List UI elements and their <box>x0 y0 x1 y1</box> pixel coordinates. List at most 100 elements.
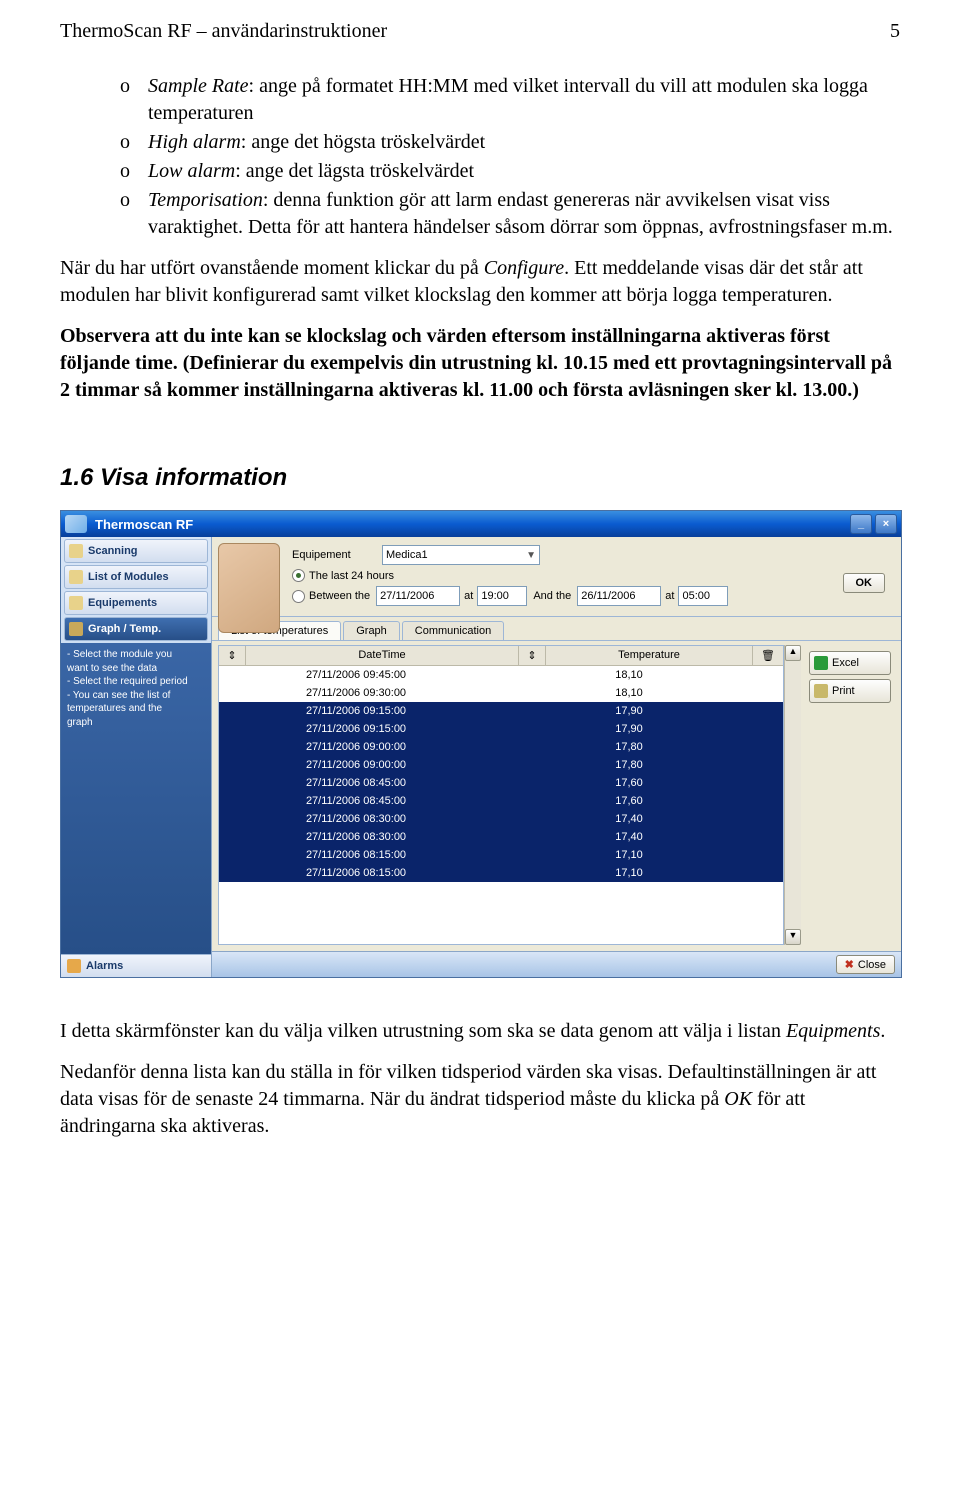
excel-button[interactable]: Excel <box>809 651 891 675</box>
graph-icon <box>69 622 83 636</box>
tab-communication[interactable]: Communication <box>402 621 504 640</box>
print-icon <box>814 684 828 698</box>
sidebar-label-alarms: Alarms <box>86 960 123 972</box>
table-row[interactable]: 27/11/2006 09:15:0017,90 <box>219 702 783 720</box>
app-icon <box>65 515 87 533</box>
ok-label: OK <box>856 577 873 589</box>
scroll-up-icon[interactable]: ▲ <box>785 645 801 661</box>
scanning-icon <box>69 544 83 558</box>
bullet-list: oSample Rate: ange på formatet HH:MM med… <box>120 73 900 241</box>
bullet-term: Temporisation <box>148 189 263 211</box>
cell-datetime: 27/11/2006 09:15:00 <box>219 723 493 735</box>
bullet-item: oHigh alarm: ange det högsta tröskelvärd… <box>120 129 900 156</box>
table-row[interactable]: 27/11/2006 08:15:0017,10 <box>219 846 783 864</box>
filter-form: Equipement Medica1 ▼ The last 24 hours B… <box>212 537 901 617</box>
table-row[interactable]: 27/11/2006 09:15:0017,90 <box>219 720 783 738</box>
bullet-text: Low alarm: ange det lägsta tröskelvärdet <box>148 158 900 185</box>
cell-temperature: 17,10 <box>493 849 765 861</box>
table-row[interactable]: 27/11/2006 09:00:0017,80 <box>219 756 783 774</box>
equipement-combo[interactable]: Medica1 ▼ <box>382 545 540 565</box>
cell-temperature: 18,10 <box>493 669 765 681</box>
cell-temperature: 18,10 <box>493 687 765 699</box>
footer-p1term: Equipments <box>786 1020 880 1042</box>
bullet-marker: o <box>120 129 148 156</box>
sidebar-item-alarms[interactable]: Alarms <box>61 954 211 977</box>
time-from-input[interactable]: 19:00 <box>477 586 527 606</box>
col-handle2[interactable]: ⇕ <box>519 646 546 665</box>
bullet-rest: : ange det högsta tröskelvärdet <box>241 131 485 153</box>
radio-between[interactable] <box>292 590 305 603</box>
close-button[interactable]: ✖Close <box>836 955 895 974</box>
tab-graph[interactable]: Graph <box>343 621 400 640</box>
bullet-term: Low alarm <box>148 160 235 182</box>
titlebar: Thermoscan RF _ × <box>61 511 901 537</box>
paragraph-2: Observera att du inte kan se klockslag o… <box>60 323 900 404</box>
table-row[interactable]: 27/11/2006 09:45:0018,10 <box>219 666 783 684</box>
radio-last24-label: The last 24 hours <box>309 570 394 582</box>
sidebar-label-graph: Graph / Temp. <box>88 623 161 635</box>
help-line: - You can see the list of <box>67 690 205 703</box>
table-row[interactable]: 27/11/2006 09:00:0017,80 <box>219 738 783 756</box>
col-datetime[interactable]: DateTime <box>246 646 519 665</box>
minimize-button[interactable]: _ <box>850 514 872 534</box>
close-icon: ✖ <box>845 958 854 971</box>
sidebar-item-graph[interactable]: Graph / Temp. <box>64 617 208 641</box>
at-label-2: at <box>665 590 674 602</box>
excel-icon <box>814 656 828 670</box>
action-panel: Excel Print <box>801 645 895 945</box>
equipement-value: Medica1 <box>386 549 428 561</box>
cell-datetime: 27/11/2006 08:45:00 <box>219 795 493 807</box>
equipement-label: Equipement <box>292 549 372 561</box>
table-row[interactable]: 27/11/2006 08:30:0017,40 <box>219 810 783 828</box>
table-header: ⇕ DateTime ⇕ Temperature 🗑 <box>219 646 783 666</box>
bullet-item: oTemporisation: denna funktion gör att l… <box>120 187 900 241</box>
date-from-value: 27/11/2006 <box>380 590 434 602</box>
table-row[interactable]: 27/11/2006 08:45:0017,60 <box>219 774 783 792</box>
time-to-input[interactable]: 05:00 <box>678 586 728 606</box>
scrollbar[interactable]: ▲ ▼ <box>784 645 801 945</box>
window-title: Thermoscan RF <box>95 517 193 532</box>
time-from-value: 19:00 <box>481 590 509 602</box>
col-delete-icon[interactable]: 🗑 <box>752 646 783 665</box>
bullet-marker: o <box>120 158 148 185</box>
bullet-item: oSample Rate: ange på formatet HH:MM med… <box>120 73 900 127</box>
date-from-input[interactable]: 27/11/2006 <box>376 586 460 606</box>
bullet-rest: : ange det lägsta tröskelvärdet <box>235 160 474 182</box>
device-image <box>218 543 280 633</box>
sidebar-item-equipements[interactable]: Equipements <box>64 591 208 615</box>
col-temperature[interactable]: Temperature <box>546 646 752 665</box>
ok-button[interactable]: OK <box>843 573 886 593</box>
scroll-down-icon[interactable]: ▼ <box>785 929 801 945</box>
section-heading: 1.6 Visa information <box>60 464 900 492</box>
modules-icon <box>69 570 83 584</box>
date-to-value: 26/11/2006 <box>581 590 635 602</box>
sidebar-item-modules[interactable]: List of Modules <box>64 565 208 589</box>
col-handle[interactable]: ⇕ <box>219 646 246 665</box>
cell-temperature: 17,40 <box>493 813 765 825</box>
table-row[interactable]: 27/11/2006 08:30:0017,40 <box>219 828 783 846</box>
table-row[interactable]: 27/11/2006 09:30:0018,10 <box>219 684 783 702</box>
table-row[interactable]: 27/11/2006 08:15:0017,10 <box>219 864 783 882</box>
table-row[interactable]: 27/11/2006 08:45:0017,60 <box>219 792 783 810</box>
footer-paragraph-1: I detta skärmfönster kan du välja vilken… <box>60 1018 900 1045</box>
data-table: ⇕ DateTime ⇕ Temperature 🗑 27/11/2006 09… <box>218 645 784 945</box>
cell-datetime: 27/11/2006 09:00:00 <box>219 741 493 753</box>
cell-datetime: 27/11/2006 09:45:00 <box>219 669 493 681</box>
radio-last24[interactable] <box>292 569 305 582</box>
table-body: 27/11/2006 09:45:0018,1027/11/2006 09:30… <box>219 666 783 944</box>
close-window-button[interactable]: × <box>875 514 897 534</box>
bullet-item: oLow alarm: ange det lägsta tröskelvärde… <box>120 158 900 185</box>
bullet-term: Sample Rate <box>148 75 249 97</box>
app-window: Thermoscan RF _ × Scanning List of Modul… <box>60 510 902 978</box>
cell-temperature: 17,80 <box>493 759 765 771</box>
footer-p1b: . <box>880 1020 885 1042</box>
sidebar-item-scanning[interactable]: Scanning <box>64 539 208 563</box>
para1-term: Configure <box>484 257 564 279</box>
help-line: - Select the module you <box>67 649 205 662</box>
date-to-input[interactable]: 26/11/2006 <box>577 586 661 606</box>
cell-datetime: 27/11/2006 08:15:00 <box>219 849 493 861</box>
print-button[interactable]: Print <box>809 679 891 703</box>
andthe-label: And the <box>533 590 571 602</box>
cell-datetime: 27/11/2006 08:45:00 <box>219 777 493 789</box>
tab-row: List of temperatures Graph Communication <box>212 617 901 641</box>
